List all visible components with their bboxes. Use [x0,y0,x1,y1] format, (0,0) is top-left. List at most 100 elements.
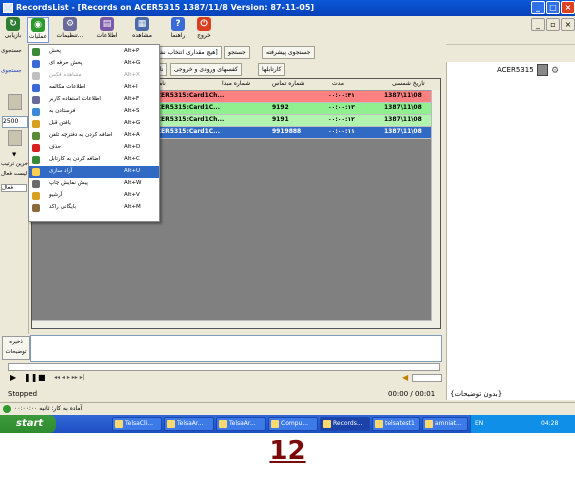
task-button[interactable]: amniat... [422,417,468,431]
status-bar: آماده به کار: ثانیه ۰۰:۰۰:۰۰ [0,402,575,415]
advanced-search-button[interactable]: جستجوی پیشرفته [262,46,315,59]
column-duration[interactable]: مدت [332,80,344,87]
column-origin[interactable]: شماره مبدا [222,80,250,87]
view-icon: ▦ [135,17,149,31]
menu-item-add-folder[interactable]: اضافه کردن به کارتابل Alt+C [29,154,159,166]
player-status: Stopped [8,390,38,398]
tab-folders[interactable]: کارتابلها [258,63,286,76]
info-icon [32,84,40,92]
app-icon [3,3,13,13]
task-button[interactable]: TelsaCli... [112,417,162,431]
maximize-button[interactable]: □ [546,1,560,14]
fax-icon [32,72,40,80]
volume-slider[interactable] [412,374,442,382]
refresh-icon: ↻ [6,17,20,31]
stop-button[interactable]: ■ [38,373,46,382]
inner-restore-button[interactable]: ▫ [546,18,560,31]
delete-icon [32,144,40,152]
menu-item-delete[interactable]: حذف Alt+D [29,142,159,154]
clock: 04:28 [541,420,559,427]
menu-item-archive[interactable]: آرشیو Alt+V [29,190,159,202]
save-notes-button[interactable]: ذخیره توضیحات [2,336,30,360]
menu-item-call-info[interactable]: اطلاعات مکالمه Alt+I [29,82,159,94]
seek-bar[interactable] [8,363,440,371]
menu-item-play[interactable]: پخش Alt+P [29,46,159,58]
find-icon [32,120,40,128]
menu-item-find-previous[interactable]: یافتن قبل Alt+G [29,118,159,130]
menu-item-print-preview[interactable]: پیش نمایش چاپ Alt+W [29,178,159,190]
phonebook-icon [32,132,40,140]
taskbar: start TelsaCli... TelsaAr... TelsaAr... … [0,415,575,433]
column-date[interactable]: تاریخ شمسی [392,80,425,87]
audio-player: ▶ ❚❚ ■ ◂◂ ◂ ▸ ▸▸ ▸| ◀ Stopped 00:00 / 00… [0,362,446,402]
print-icon [32,180,40,188]
active-list-label: لیست فعال [1,171,28,177]
task-button[interactable]: TelsaAr... [164,417,214,431]
menu-item-dormant-archive[interactable]: بایگانی راکد Alt+M [29,202,159,214]
play-icon [32,48,40,56]
computer-name[interactable]: ACER5315 [497,66,534,74]
user-icon [32,96,40,104]
toolbar-help-button[interactable]: ? راهنما [166,17,190,43]
menu-item-add-phonebook[interactable]: اضافه کردن به دفترچه تلفن Alt+A [29,130,159,142]
inner-close-button[interactable]: × [561,18,575,31]
tab-in-out-boxes[interactable]: کفسهای ورودی و خروجی [170,63,242,76]
language-indicator[interactable]: EN [475,420,483,427]
pause-button[interactable]: ❚❚ [24,373,37,382]
column-phone[interactable]: شماره تماس [272,80,305,87]
seek-controls[interactable]: ◂◂ ◂ ▸ ▸▸ ▸| [54,374,85,381]
dormant-archive-icon [32,204,40,212]
page-number: 12 [269,436,306,466]
document-icon[interactable] [8,94,22,110]
toolbar-settings-button[interactable]: ⚙ تنظیمات... [56,17,84,43]
play-button[interactable]: ▶ [10,373,16,382]
list-icon[interactable] [8,130,22,146]
search-label: جستجوی [1,48,22,54]
app-window: RecordsList - [Records on ACER5315 1387/… [0,0,575,415]
toolbar-view-button[interactable]: ▦ مشاهده [128,17,156,43]
active-select[interactable]: فعال [1,184,27,192]
close-button[interactable]: × [561,1,575,14]
status-ok-icon [3,405,11,413]
vertical-scrollbar[interactable] [431,90,440,328]
minimize-button[interactable]: _ [531,1,545,14]
no-description-text: {بدون توضیحات} [450,390,503,398]
filter-label: آخرین ترتیب [1,161,30,167]
gear-icon[interactable]: ⚙ [551,66,559,76]
toolbar-exit-button[interactable]: ⏻ خروج [193,17,215,43]
toolbar-refresh-button[interactable]: ↻ بازیابی [2,17,24,43]
task-button[interactable]: TelsaAr... [216,417,266,431]
toolbar-info-button[interactable]: ▤ اطلاعات [93,17,121,43]
pro-play-icon [32,60,40,68]
start-button[interactable]: start [0,415,56,433]
count-input[interactable]: 2500 [2,116,28,128]
computer-icon [537,64,548,76]
menu-item-user-usage[interactable]: اطلاعات استفاده کاربر Alt+F [29,94,159,106]
search-sub-link[interactable]: جستجوی [1,68,22,74]
exit-icon: ⏻ [197,17,211,31]
info-icon: ▤ [100,17,114,31]
task-button-active[interactable]: Records... [320,417,370,431]
system-tray: EN 04:28 [470,415,575,433]
folder-add-icon [32,156,40,164]
task-button[interactable]: Compu... [268,417,318,431]
menu-item-pro-play[interactable]: پخش حرفه ای Alt+G [29,58,159,70]
settings-icon: ⚙ [63,17,77,31]
search-button[interactable]: جستجو [224,46,250,59]
toolbar-operations-button[interactable]: ◉ عملیات [27,17,49,43]
operations-menu: پخش Alt+P پخش حرفه ای Alt+G مشاهده فکس A… [28,44,160,222]
send-icon [32,108,40,116]
inner-minimize-button[interactable]: _ [531,18,545,31]
title-bar: RecordsList - [Records on ACER5315 1387/… [0,0,575,16]
notes-area: ذخیره توضیحات [0,334,446,362]
horizontal-scrollbar[interactable] [32,320,432,328]
menu-item-send-to[interactable]: فرستادن به Alt+S [29,106,159,118]
archive-icon [32,192,40,200]
menu-item-view-fax[interactable]: مشاهده فکس Alt+X [29,70,159,82]
notes-textarea[interactable] [30,335,442,362]
volume-icon[interactable]: ◀ [402,373,408,382]
menu-item-release[interactable]: آزاد سازی Alt+U [29,166,159,178]
task-button[interactable]: telsatest1 [372,417,420,431]
release-icon [32,168,40,176]
collapse-arrow-icon[interactable]: ▼ [12,152,16,158]
